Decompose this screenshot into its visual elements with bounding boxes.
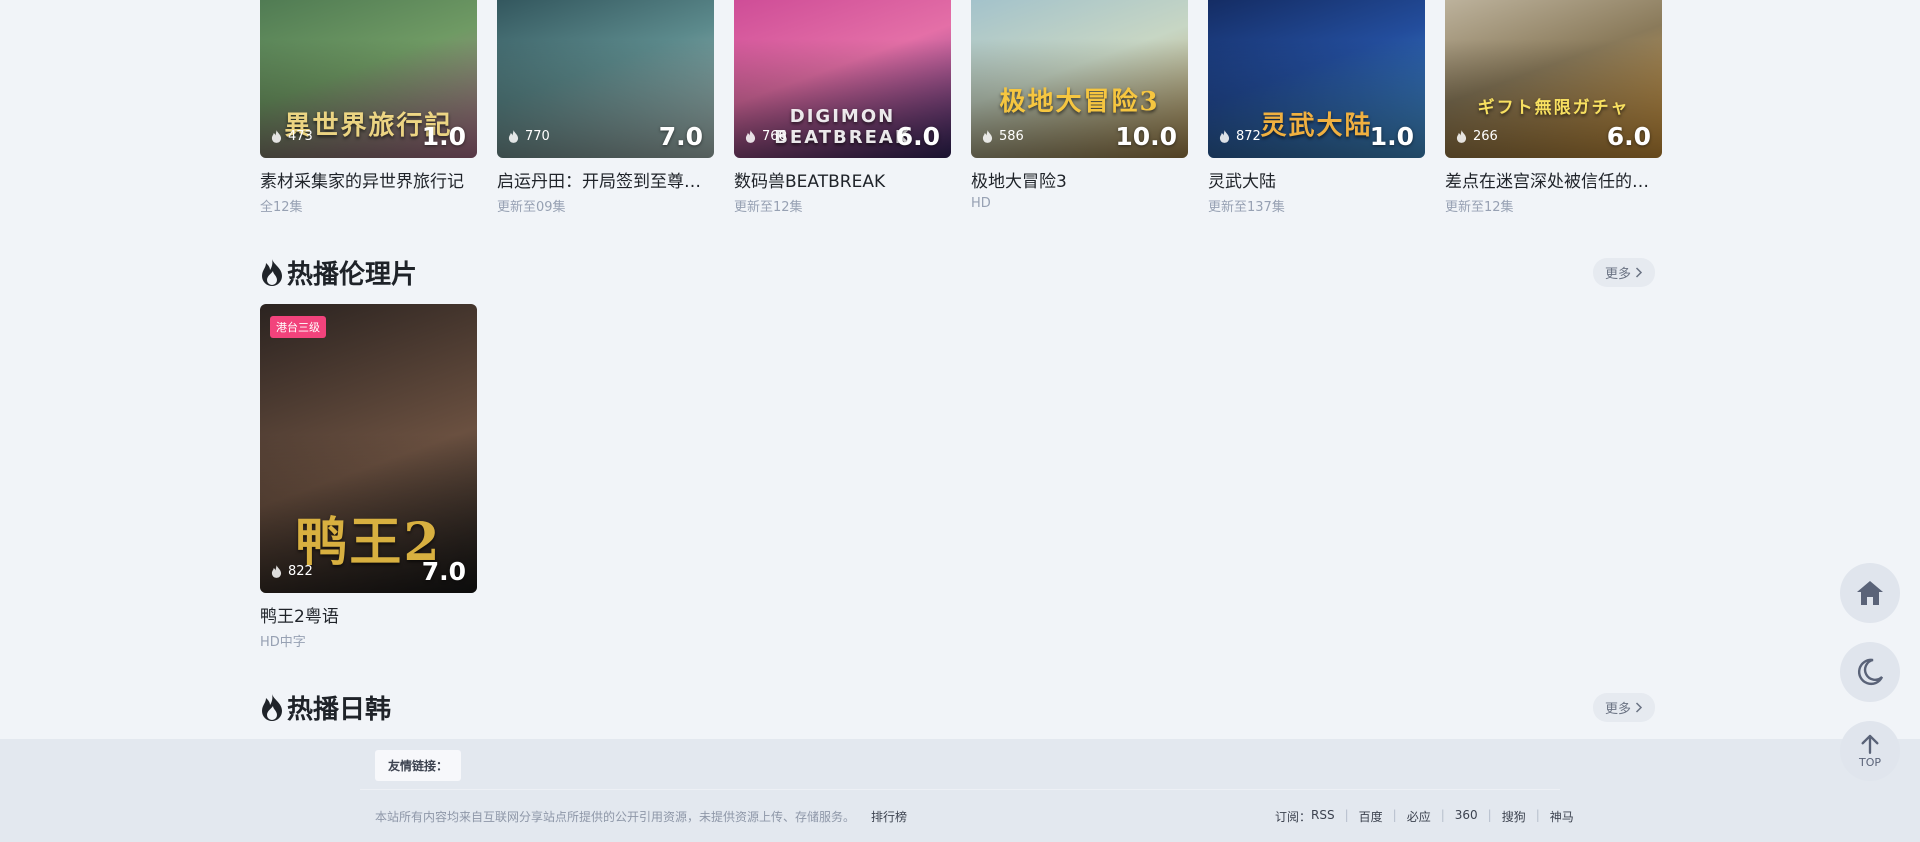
video-card[interactable]: ギフト無限ガチャ 266 6.0 差点在迷宫深处被信任的… 更新至12集 bbox=[1445, 0, 1662, 215]
poster[interactable]: 极地大冒险3 586 10.0 bbox=[971, 0, 1188, 158]
more-link[interactable]: 更多 bbox=[1592, 693, 1655, 722]
video-title[interactable]: 灵武大陆 bbox=[1208, 167, 1425, 192]
heat-count: 586 bbox=[982, 129, 1024, 144]
fire-icon bbox=[262, 258, 282, 286]
home-button[interactable] bbox=[1840, 563, 1900, 623]
poster[interactable]: 港台三级 鸭王2 822 7.0 bbox=[260, 304, 477, 593]
category-badge: 港台三级 bbox=[270, 316, 326, 338]
poster[interactable]: 灵武大陆 872 1.0 bbox=[1208, 0, 1425, 158]
flame-icon bbox=[271, 565, 282, 578]
footer-divider bbox=[360, 789, 1560, 790]
home-icon bbox=[1857, 581, 1883, 605]
heat-count: 473 bbox=[271, 129, 313, 144]
top-card-row: 異世界旅行記 473 1.0 素材采集家的异世界旅行记 全12集 770 7.0… bbox=[260, 0, 1662, 215]
more-link[interactable]: 更多 bbox=[1592, 258, 1655, 287]
section-card-row: 港台三级 鸭王2 822 7.0 鸭王2粤语 HD中字 bbox=[260, 304, 477, 650]
poster-art-title: ギフト無限ガチャ bbox=[1477, 98, 1630, 118]
score: 1.0 bbox=[1369, 122, 1414, 151]
episode-status: 更新至137集 bbox=[1208, 200, 1285, 215]
fire-icon bbox=[262, 693, 282, 721]
episode-status: HD bbox=[971, 196, 991, 211]
episode-status: 全12集 bbox=[260, 200, 303, 215]
episode-status: 更新至12集 bbox=[734, 200, 803, 215]
heat-count: 770 bbox=[508, 129, 550, 144]
video-title[interactable]: 素材采集家的异世界旅行记 bbox=[260, 167, 477, 192]
flame-icon bbox=[1456, 130, 1467, 143]
poster[interactable]: 770 7.0 bbox=[497, 0, 714, 158]
video-title[interactable]: 极地大冒险3 bbox=[971, 167, 1188, 192]
poster[interactable]: DIGIMON BEATBREAK 766 6.0 bbox=[734, 0, 951, 158]
section-header: 热播日韩 更多 bbox=[260, 689, 1655, 726]
poster-art-title: 极地大冒险3 bbox=[999, 87, 1160, 117]
subscribe-link-shenma[interactable]: 神马 bbox=[1550, 808, 1574, 825]
arrow-up-icon bbox=[1861, 734, 1879, 754]
subscribe-link-baidu[interactable]: 百度 bbox=[1359, 808, 1383, 825]
heat-count: 822 bbox=[271, 564, 313, 579]
chevron-right-icon bbox=[1635, 267, 1643, 278]
video-title[interactable]: 启运丹田：开局签到至尊… bbox=[497, 167, 714, 192]
heat-count: 766 bbox=[745, 129, 787, 144]
section-title: 热播日韩 bbox=[260, 689, 391, 726]
subscribe-link-rss[interactable]: RSS bbox=[1311, 808, 1335, 825]
chevron-right-icon bbox=[1635, 702, 1643, 713]
subscribe-label: 订阅： bbox=[1275, 810, 1312, 824]
score: 6.0 bbox=[895, 122, 940, 151]
video-card[interactable]: 770 7.0 启运丹田：开局签到至尊… 更新至09集 bbox=[497, 0, 714, 215]
episode-status: 更新至12集 bbox=[1445, 200, 1514, 215]
video-card[interactable]: DIGIMON BEATBREAK 766 6.0 数码兽BEATBREAK 更… bbox=[734, 0, 951, 215]
video-title[interactable]: 差点在迷宫深处被信任的… bbox=[1445, 167, 1662, 192]
poster[interactable]: 異世界旅行記 473 1.0 bbox=[260, 0, 477, 158]
video-title[interactable]: 数码兽BEATBREAK bbox=[734, 167, 951, 192]
video-title[interactable]: 鸭王2粤语 bbox=[260, 602, 477, 627]
flame-icon bbox=[745, 130, 756, 143]
friend-links-label: 友情链接： bbox=[375, 750, 462, 781]
video-card[interactable]: 极地大冒险3 586 10.0 极地大冒险3 HD bbox=[971, 0, 1188, 215]
flame-icon bbox=[982, 130, 993, 143]
video-card[interactable]: 港台三级 鸭王2 822 7.0 鸭王2粤语 HD中字 bbox=[260, 304, 477, 650]
episode-status: HD中字 bbox=[260, 635, 306, 650]
moon-icon bbox=[1858, 658, 1884, 686]
subscribe-links: 订阅： RSS | 百度 | 必应 | 360 | 搜狗 | 神马 bbox=[1275, 808, 1574, 825]
section-title: 热播伦理片 bbox=[260, 254, 417, 291]
copyright-notice: 本站所有内容均来自互联网分享站点所提供的公开引用资源，未提供资源上传、存储服务。 bbox=[375, 810, 856, 824]
theme-toggle-button[interactable] bbox=[1840, 642, 1900, 702]
flame-icon bbox=[1219, 130, 1230, 143]
back-to-top-button[interactable]: TOP bbox=[1840, 721, 1900, 781]
flame-icon bbox=[271, 130, 282, 143]
subscribe-link-360[interactable]: 360 bbox=[1455, 808, 1478, 825]
score: 7.0 bbox=[658, 122, 703, 151]
site-footer: 友情链接： 本站所有内容均来自互联网分享站点所提供的公开引用资源，未提供资源上传… bbox=[0, 739, 1920, 842]
heat-count: 266 bbox=[1456, 129, 1498, 144]
flame-icon bbox=[508, 130, 519, 143]
score: 6.0 bbox=[1606, 122, 1651, 151]
episode-status: 更新至09集 bbox=[497, 200, 566, 215]
top-label: TOP bbox=[1858, 756, 1881, 769]
poster[interactable]: ギフト無限ガチャ 266 6.0 bbox=[1445, 0, 1662, 158]
ranking-link[interactable]: 排行榜 bbox=[871, 808, 907, 825]
score: 1.0 bbox=[421, 122, 466, 151]
video-card[interactable]: 異世界旅行記 473 1.0 素材采集家的异世界旅行记 全12集 bbox=[260, 0, 477, 215]
score: 7.0 bbox=[421, 557, 466, 586]
score: 10.0 bbox=[1115, 122, 1177, 151]
heat-count: 872 bbox=[1219, 129, 1261, 144]
section-header: 热播伦理片 更多 bbox=[260, 254, 1655, 291]
video-card[interactable]: 灵武大陆 872 1.0 灵武大陆 更新至137集 bbox=[1208, 0, 1425, 215]
subscribe-link-bing[interactable]: 必应 bbox=[1407, 808, 1431, 825]
subscribe-link-sogou[interactable]: 搜狗 bbox=[1502, 808, 1526, 825]
